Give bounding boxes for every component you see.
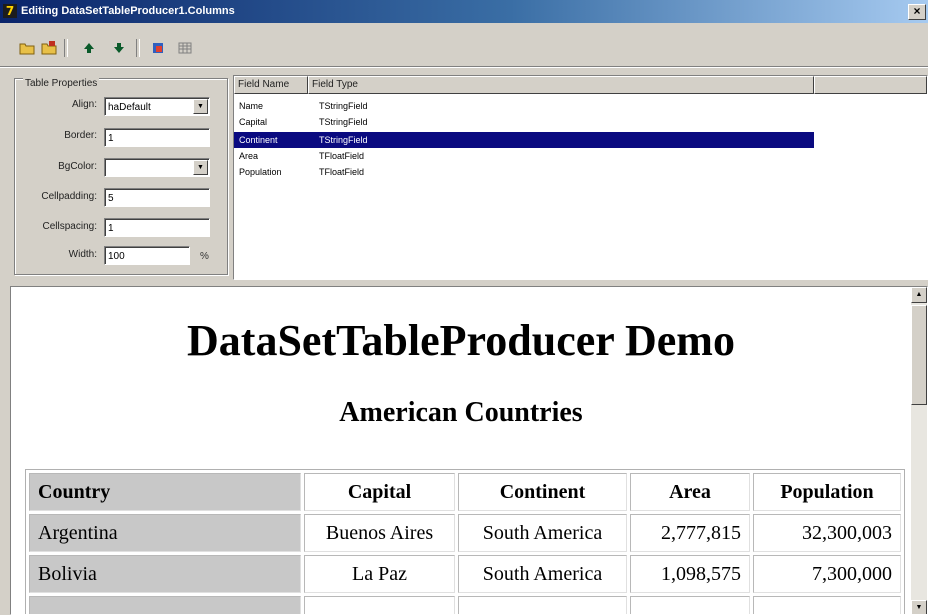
field-name: Area (239, 151, 259, 161)
list-item-selected[interactable]: Continent TStringField (234, 132, 814, 148)
cellpadding-label: Cellpadding: (41, 191, 97, 202)
align-select[interactable]: haDefault ▼ (104, 97, 210, 116)
toolbar-separator (64, 39, 68, 57)
list-item[interactable]: Area TFloatField (234, 148, 814, 164)
save-folder-icon[interactable] (40, 39, 58, 57)
align-label: Align: (71, 99, 97, 110)
width-unit: % (200, 251, 209, 262)
cell-country: Bolivia (29, 555, 301, 593)
column-header-field-name[interactable]: Field Name (234, 76, 308, 94)
app-icon: 7 (3, 4, 17, 18)
cell-continent: South America (458, 514, 627, 552)
close-button[interactable]: × (908, 4, 926, 20)
toolbar-divider (0, 66, 928, 68)
chevron-down-icon[interactable]: ▼ (193, 99, 208, 114)
fields-list[interactable]: Field Name Field Type Name TStringField … (233, 75, 928, 280)
window-title: Editing DataSetTableProducer1.Columns (21, 5, 235, 17)
table-row-partial (29, 596, 901, 614)
table-header-row: Country Capital Continent Area Populatio… (29, 473, 901, 511)
move-down-icon[interactable] (110, 39, 128, 57)
header-area: Area (630, 473, 750, 511)
table-properties-group: Table Properties Align: haDefault ▼ Bord… (14, 78, 228, 275)
header-country: Country (29, 473, 301, 511)
list-item[interactable]: Capital TStringField (234, 114, 814, 130)
cell-population: 32,300,003 (753, 514, 901, 552)
table-row: Bolivia La Paz South America 1,098,575 7… (29, 555, 901, 593)
field-name: Continent (239, 135, 278, 145)
field-name: Name (239, 101, 264, 111)
grid-icon[interactable] (176, 39, 194, 57)
align-value: haDefault (108, 102, 151, 113)
table-row: Argentina Buenos Aires South America 2,7… (29, 514, 901, 552)
scroll-down-icon[interactable]: ▼ (911, 600, 927, 614)
cell-area: 1,098,575 (630, 555, 750, 593)
column-header-filler (814, 76, 927, 94)
page-subtitle: American Countries (339, 397, 583, 428)
toolbar (0, 23, 928, 68)
title-bar: 7 Editing DataSetTableProducer1.Columns … (0, 0, 928, 23)
cellpadding-input[interactable]: 5 (104, 188, 210, 207)
vertical-scrollbar[interactable]: ▲ ▼ (911, 287, 927, 614)
page-title: DataSetTableProducer Demo (187, 316, 735, 365)
open-folder-icon[interactable] (18, 39, 36, 57)
border-label: Border: (64, 130, 97, 141)
cell-area (630, 596, 750, 614)
scroll-thumb[interactable] (911, 305, 927, 405)
border-input[interactable]: 1 (104, 128, 210, 147)
cell-population: 7,300,000 (753, 555, 901, 593)
cell-population (753, 596, 901, 614)
width-label: Width: (68, 249, 97, 260)
cell-area: 2,777,815 (630, 514, 750, 552)
field-type: TStringField (319, 117, 368, 127)
bgcolor-select[interactable]: ▼ (104, 158, 210, 177)
field-type: TFloatField (319, 151, 365, 161)
toolbar-separator (136, 39, 140, 57)
field-name: Population (239, 167, 282, 177)
header-capital: Capital (304, 473, 455, 511)
cell-continent (458, 596, 627, 614)
cellspacing-label: Cellspacing: (42, 221, 97, 232)
header-population: Population (753, 473, 901, 511)
list-item[interactable]: Name TStringField (234, 98, 814, 114)
cell-country (29, 596, 301, 614)
cell-continent: South America (458, 555, 627, 593)
width-input[interactable]: 100 (104, 246, 190, 265)
cell-capital (304, 596, 455, 614)
cell-country: Argentina (29, 514, 301, 552)
cell-capital: La Paz (304, 555, 455, 593)
group-title: Table Properties (23, 78, 100, 89)
list-item[interactable]: Population TFloatField (234, 164, 814, 180)
column-header-field-type[interactable]: Field Type (308, 76, 814, 94)
move-up-icon[interactable] (80, 39, 98, 57)
cell-capital: Buenos Aires (304, 514, 455, 552)
field-type: TStringField (319, 135, 368, 145)
chevron-down-icon[interactable]: ▼ (193, 160, 208, 175)
add-fields-icon[interactable] (150, 39, 168, 57)
cellspacing-input[interactable]: 1 (104, 218, 210, 237)
field-type: TFloatField (319, 167, 365, 177)
html-preview: DataSetTableProducer Demo American Count… (10, 286, 928, 615)
bgcolor-label: BgColor: (58, 161, 97, 172)
field-type: TStringField (319, 101, 368, 111)
header-continent: Continent (458, 473, 627, 511)
countries-table: Country Capital Continent Area Populatio… (25, 469, 905, 614)
field-name: Capital (239, 117, 268, 127)
scroll-up-icon[interactable]: ▲ (911, 287, 927, 303)
